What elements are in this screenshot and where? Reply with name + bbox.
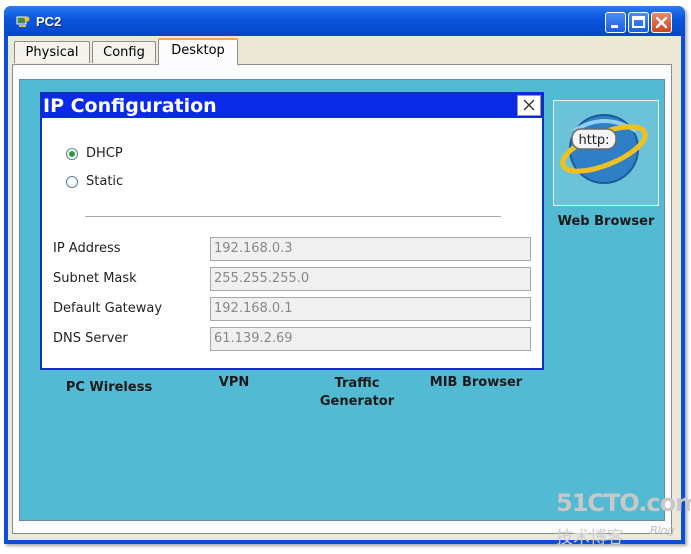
- tab-config[interactable]: Config: [92, 41, 156, 63]
- default-gateway-input[interactable]: 192.168.0.1: [210, 297, 531, 321]
- subnet-mask-label: Subnet Mask: [53, 271, 137, 286]
- divider: [85, 216, 501, 217]
- minimize-button[interactable]: [605, 12, 626, 33]
- mib-browser-label[interactable]: MIB Browser: [420, 374, 532, 392]
- dns-server-label: DNS Server: [53, 331, 128, 346]
- watermark-logo: 51CTO.com: [556, 489, 691, 517]
- close-icon: [655, 16, 668, 29]
- web-browser-label[interactable]: Web Browser: [548, 213, 664, 231]
- default-gateway-label: Default Gateway: [53, 301, 163, 316]
- close-button[interactable]: [651, 12, 672, 33]
- dhcp-radio[interactable]: [66, 148, 78, 160]
- minimize-icon: [611, 25, 618, 28]
- ip-configuration-title-bar[interactable]: IP Configuration: [42, 94, 542, 118]
- watermark-subtitle: 技术博客: [556, 528, 624, 548]
- watermark-blog: Blog: [650, 524, 675, 537]
- traffic-generator-label[interactable]: Traffic Generator: [308, 375, 406, 411]
- ip-address-input[interactable]: 192.168.0.3: [210, 237, 531, 261]
- maximize-button[interactable]: [628, 12, 649, 33]
- web-browser-tile[interactable]: http:: [553, 100, 659, 206]
- desktop-tab-panel: http: Web Browser PC Wireless VPN Traffi…: [12, 64, 672, 534]
- pc-icon: [16, 16, 30, 27]
- static-label: Static: [86, 174, 124, 189]
- dns-server-input[interactable]: 61.139.2.69: [210, 327, 531, 351]
- desktop-area: http: Web Browser PC Wireless VPN Traffi…: [19, 79, 665, 521]
- close-icon: [523, 99, 535, 111]
- tab-physical[interactable]: Physical: [14, 41, 90, 63]
- web-browser-icon: http:: [560, 114, 648, 184]
- window-client: Physical Config Desktop http: Web Browse…: [8, 36, 681, 540]
- ip-address-label: IP Address: [53, 241, 121, 256]
- tab-desktop[interactable]: Desktop: [158, 38, 238, 65]
- vpn-label[interactable]: VPN: [186, 374, 282, 392]
- pc2-window: PC2 Physical Config Desktop http: Web Br…: [4, 6, 685, 544]
- maximize-icon: [632, 16, 645, 28]
- window-title: PC2: [36, 14, 62, 29]
- http-label: http:: [578, 133, 609, 148]
- ip-configuration-title: IP Configuration: [43, 95, 217, 117]
- ip-configuration-dialog: IP Configuration DHCP Static IP Address …: [40, 92, 544, 370]
- static-radio[interactable]: [66, 176, 78, 188]
- dhcp-label: DHCP: [86, 146, 123, 161]
- dialog-close-button[interactable]: [517, 95, 541, 116]
- subnet-mask-input[interactable]: 255.255.255.0: [210, 267, 531, 291]
- title-bar[interactable]: PC2: [4, 6, 685, 36]
- pc-wireless-label[interactable]: PC Wireless: [50, 379, 168, 397]
